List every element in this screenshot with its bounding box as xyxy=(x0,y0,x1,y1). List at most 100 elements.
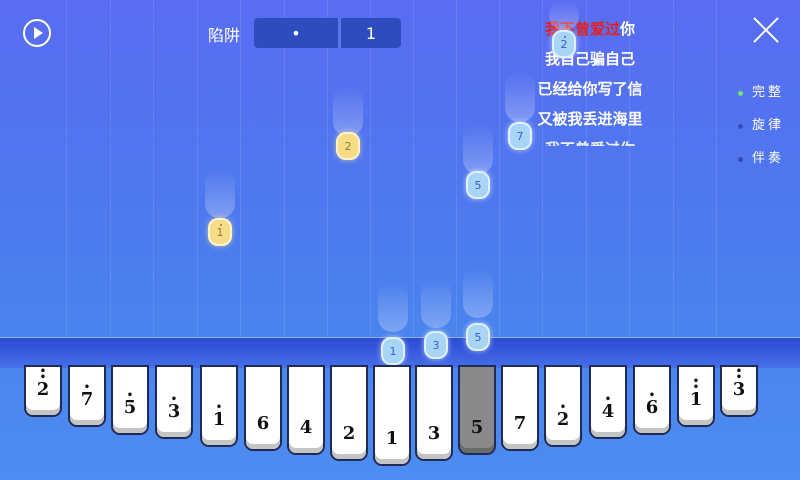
lane-divider xyxy=(66,0,67,340)
mode-label: 旋律 xyxy=(752,118,785,133)
note-digit: 1 xyxy=(216,225,224,239)
mode-label: 伴奏 xyxy=(752,151,785,166)
kalimba-key[interactable]: 5 xyxy=(460,367,494,453)
mode-option-full[interactable]: 完整 xyxy=(736,82,784,115)
key-digit: 7 xyxy=(513,413,527,434)
falling-note[interactable]: 3 xyxy=(424,331,448,359)
key-digit: 4 xyxy=(299,417,313,438)
lyric-line: 我不曾爱过你 xyxy=(520,134,660,146)
key-octave-dots: • xyxy=(604,394,612,405)
lane-divider xyxy=(327,0,328,340)
song-title: 陷阱 xyxy=(208,26,241,45)
falling-note[interactable]: 2 xyxy=(552,30,576,58)
note-trail xyxy=(549,0,579,30)
key-digit: 6 xyxy=(256,413,270,434)
key-octave-dots: • xyxy=(83,382,91,393)
mode-option-accompaniment[interactable]: 伴奏 xyxy=(736,148,784,181)
note-digit: 5 xyxy=(474,330,482,344)
falling-note[interactable]: 2 xyxy=(336,132,360,160)
progress-segment[interactable]: • 1 xyxy=(254,18,401,48)
key-octave-dots: • • xyxy=(735,366,743,383)
note-digit: 7 xyxy=(516,129,524,143)
lane-divider xyxy=(370,0,371,340)
mode-label: 完整 xyxy=(752,85,785,100)
key-digit: 1 xyxy=(212,409,226,430)
kalimba-key[interactable]: 1 xyxy=(375,367,409,464)
key-digit: 2 xyxy=(342,423,356,444)
falling-note[interactable]: 1 xyxy=(208,218,232,246)
key-digit: 7 xyxy=(80,389,94,410)
key-octave-dots: • xyxy=(559,402,567,413)
lane-divider xyxy=(716,0,717,340)
note-trail xyxy=(205,168,235,218)
mode-indicator-dot xyxy=(738,157,743,162)
key-digit: 4 xyxy=(601,401,615,422)
note-digit: 2 xyxy=(344,139,352,153)
lane-divider xyxy=(456,0,457,340)
kalimba-key[interactable]: 3 • xyxy=(157,367,191,437)
kalimba-key[interactable]: 6 xyxy=(246,367,280,449)
key-octave-dots: • xyxy=(126,390,134,401)
falling-note[interactable]: 5 xyxy=(466,323,490,351)
lyric-line: 我自己骗自己 xyxy=(544,50,635,68)
kalimba-key[interactable]: 2 • • xyxy=(26,367,60,415)
key-octave-dots: • xyxy=(648,390,656,401)
kalimba-key[interactable]: 3 • • xyxy=(722,367,756,415)
kalimba-key[interactable]: 3 xyxy=(417,367,451,459)
note-digit: 2 xyxy=(560,37,568,51)
falling-note[interactable]: 7 xyxy=(508,122,532,150)
segment-right[interactable]: 1 xyxy=(341,18,401,48)
mode-option-melody[interactable]: 旋律 xyxy=(736,115,784,148)
kalimba-key[interactable]: 7 xyxy=(503,367,537,449)
lane-divider xyxy=(153,0,154,340)
key-digit: 3 xyxy=(167,401,181,422)
kalimba-key[interactable]: 6 • xyxy=(635,367,669,433)
play-mode-menu: 完整 旋律 伴奏 xyxy=(736,82,784,181)
key-digit: 2 xyxy=(556,409,570,430)
falling-note[interactable]: 1 xyxy=(381,337,405,365)
note-trail xyxy=(333,86,363,136)
kalimba-key[interactable]: 4 • xyxy=(591,367,625,437)
lane-divider xyxy=(197,0,198,340)
lyric-line-current: 我不曾爱过你 xyxy=(520,14,660,44)
key-digit: 3 xyxy=(427,423,441,444)
lane-divider xyxy=(110,0,111,340)
kalimba-key[interactable]: 2 • xyxy=(546,367,580,445)
play-icon xyxy=(34,27,43,39)
falling-note[interactable]: 5 xyxy=(466,171,490,199)
segment-left[interactable]: • xyxy=(254,18,338,48)
key-octave-dots: • xyxy=(170,394,178,405)
key-digit: 3 xyxy=(732,379,746,400)
note-trail xyxy=(463,268,493,318)
kalimba-key[interactable]: 4 xyxy=(289,367,323,453)
close-icon[interactable] xyxy=(752,16,780,44)
key-digit: 1 xyxy=(385,428,399,449)
note-dot xyxy=(564,36,566,38)
lyric-line: 又被我丢进海里 xyxy=(537,110,643,128)
key-digit: 5 xyxy=(470,417,484,438)
note-digit: 1 xyxy=(389,344,397,358)
note-digit: 5 xyxy=(474,178,482,192)
note-trail xyxy=(463,124,493,174)
kalimba-key[interactable]: 5 • xyxy=(113,367,147,433)
note-dot xyxy=(220,224,222,226)
key-digit: 2 xyxy=(36,379,50,400)
key-digit: 5 xyxy=(123,397,137,418)
note-trail xyxy=(378,282,408,332)
lyric-unsung-part: 你 xyxy=(620,20,636,38)
key-digit: 1 xyxy=(689,389,703,410)
lane-divider xyxy=(673,0,674,340)
kalimba-key[interactable]: 2 xyxy=(332,367,366,459)
note-digit: 3 xyxy=(432,338,440,352)
lane-divider xyxy=(284,0,285,340)
lane-divider xyxy=(240,0,241,340)
note-trail xyxy=(505,72,535,122)
play-button[interactable] xyxy=(23,19,51,47)
kalimba-key[interactable]: 1 • • xyxy=(679,367,713,425)
note-trail xyxy=(421,278,451,328)
mode-indicator-dot xyxy=(738,124,743,129)
kalimba-key[interactable]: 1 • xyxy=(202,367,236,445)
kalimba-key[interactable]: 7 • xyxy=(70,367,104,425)
lane-divider xyxy=(413,0,414,340)
key-digit: 6 xyxy=(645,397,659,418)
